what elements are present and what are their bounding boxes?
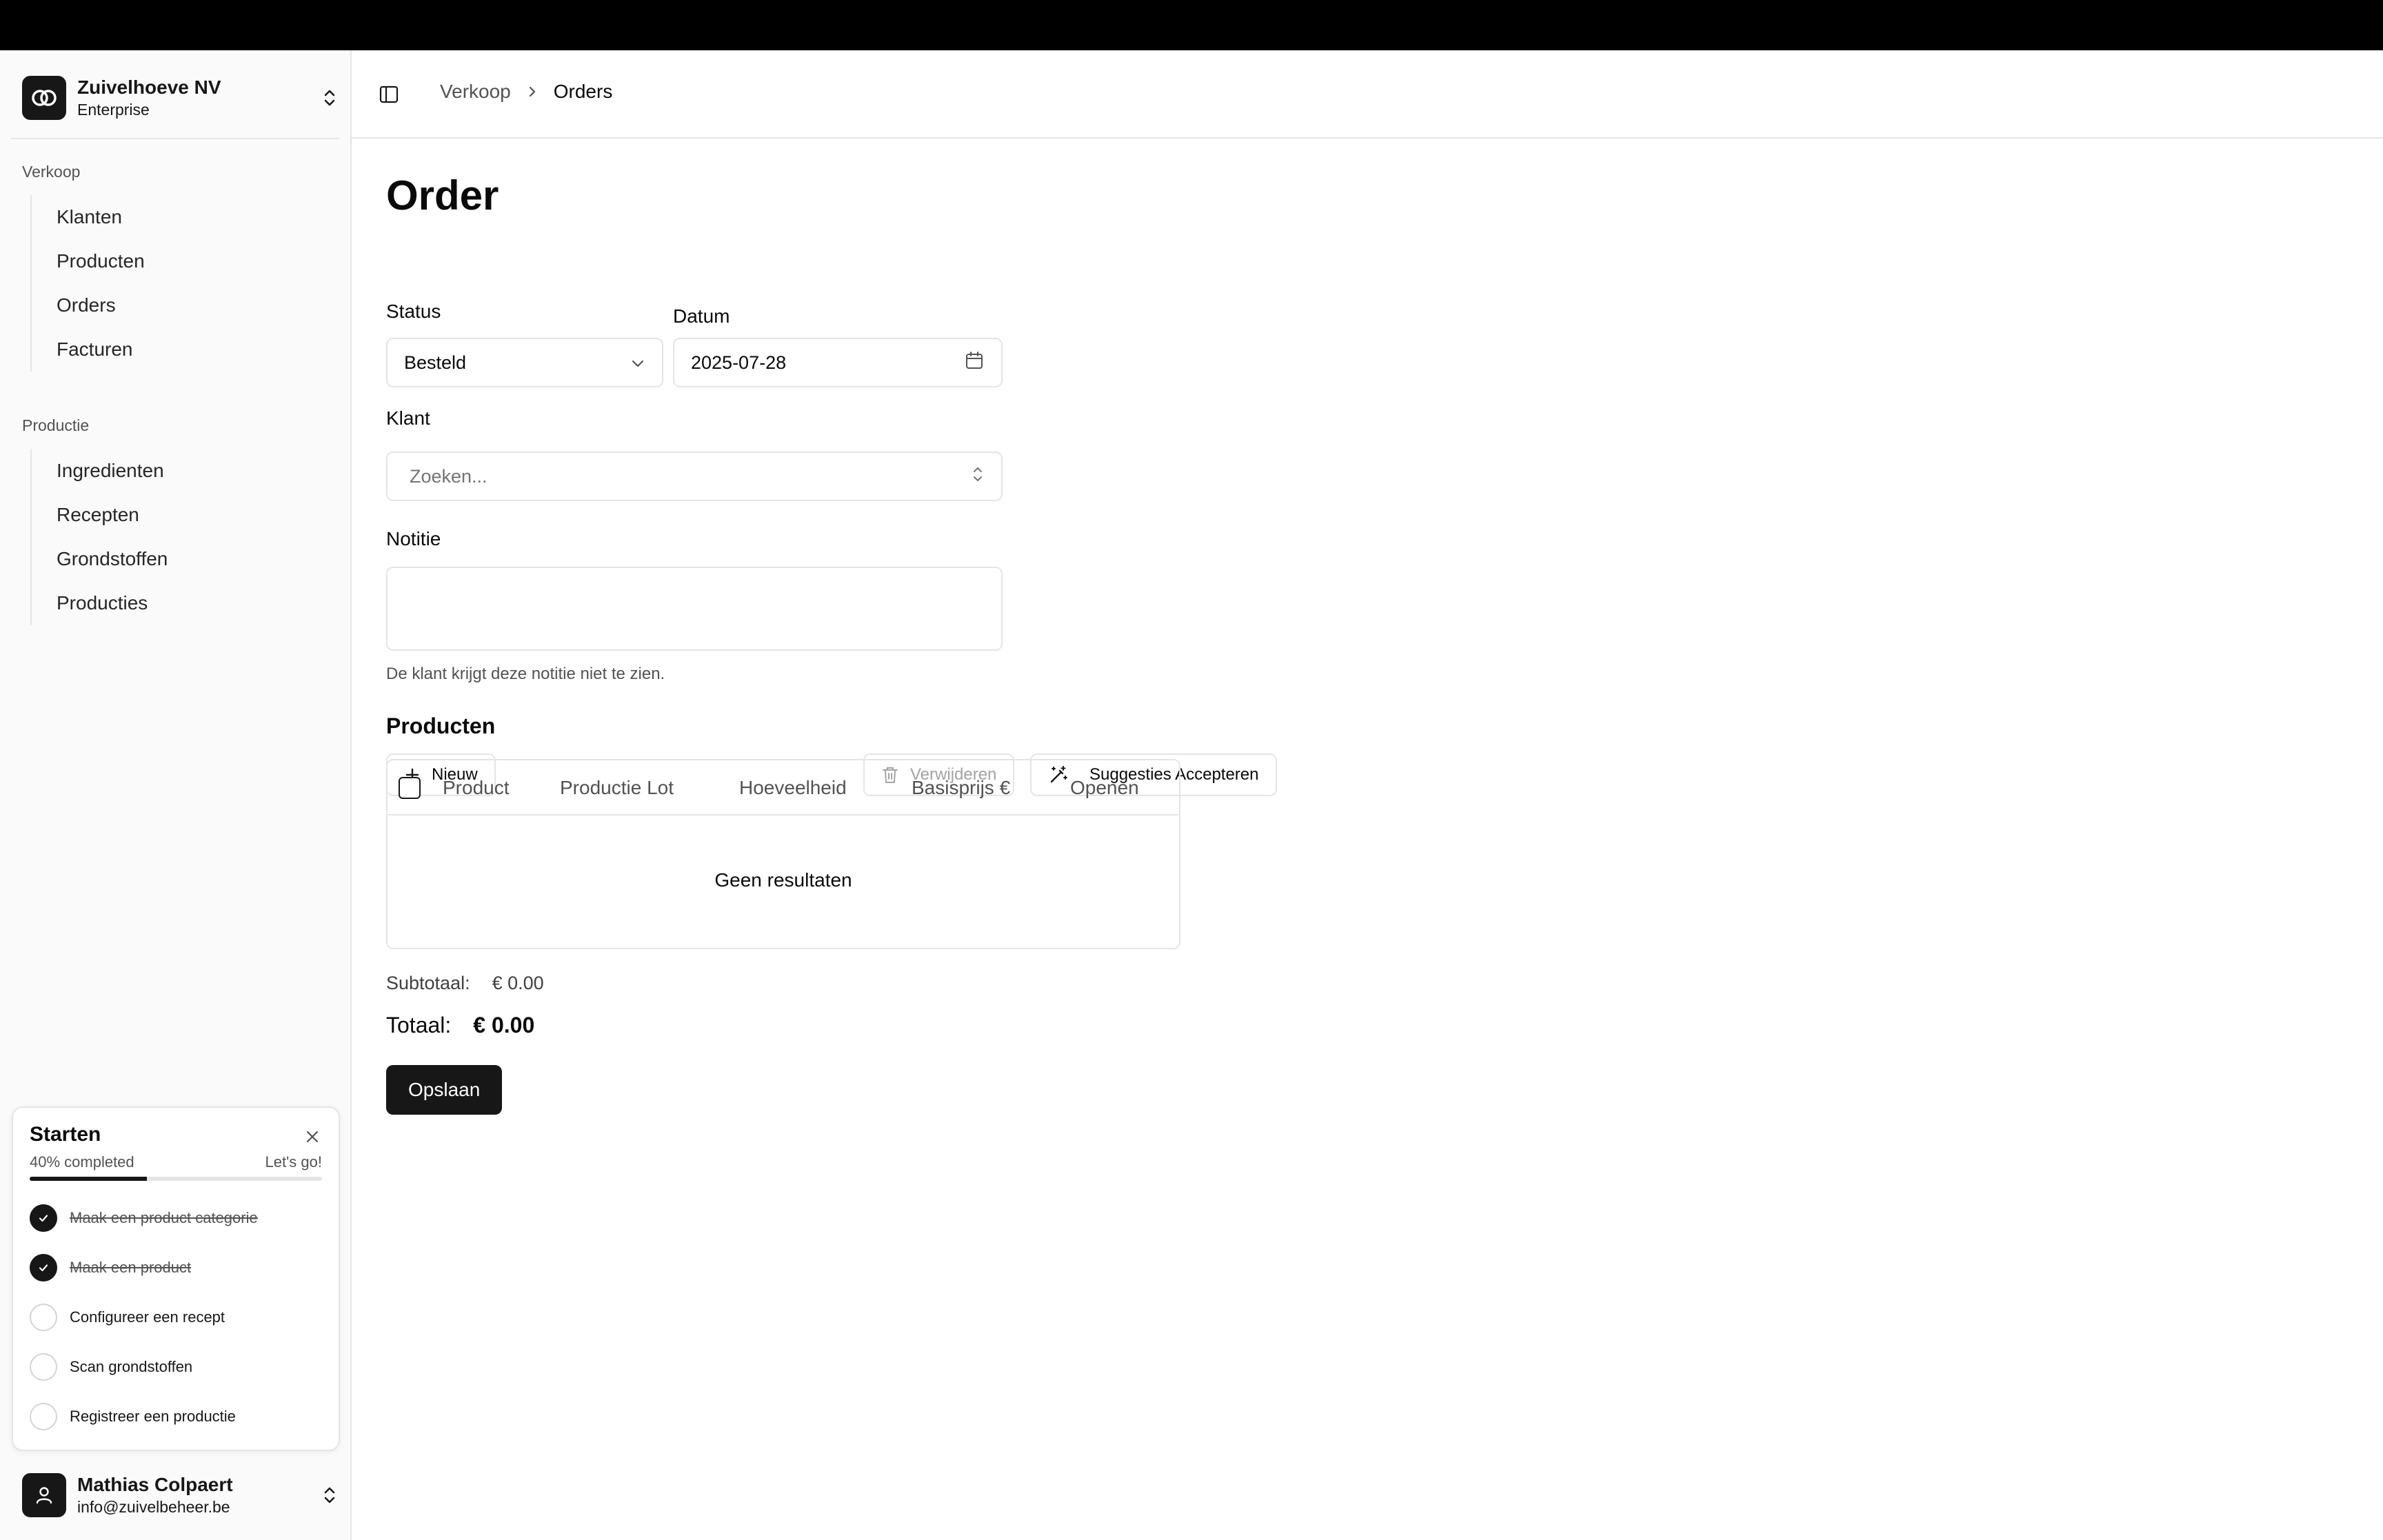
user-icon: [22, 1473, 66, 1517]
onboarding-title: Starten: [30, 1123, 101, 1146]
user-email: info@zuivelbeheer.be: [77, 1498, 230, 1516]
calendar-icon[interactable]: [964, 350, 985, 376]
sidebar-item-producties[interactable]: Producties: [32, 581, 334, 625]
breadcrumb-orders: Orders: [553, 81, 613, 102]
page-header: Verkoop Orders: [352, 50, 2383, 139]
onboarding-task-label: Scan grondstoffen: [70, 1358, 193, 1375]
column-header-productie-lot[interactable]: Productie Lot: [560, 777, 674, 799]
onboarding-card: Starten 40% completed Let's go! Maak een…: [12, 1106, 340, 1451]
breadcrumb: Verkoop Orders: [440, 81, 612, 103]
nav-list-verkoop: Klanten Producten Orders Facturen: [30, 195, 334, 372]
user-menu[interactable]: Mathias Colpaert info@zuivelbeheer.be: [22, 1470, 342, 1520]
chevrons-up-down-icon: [971, 465, 985, 489]
chevron-down-icon: [630, 352, 645, 374]
onboarding-cta[interactable]: Let's go!: [265, 1153, 322, 1171]
check-circle-icon[interactable]: [30, 1254, 57, 1281]
sidebar-item-grondstoffen[interactable]: Grondstoffen: [32, 537, 334, 581]
customer-combobox[interactable]: Zoeken...: [386, 452, 1003, 501]
note-textarea[interactable]: [386, 567, 1003, 651]
breadcrumb-verkoop[interactable]: Verkoop: [440, 81, 511, 103]
onboarding-task[interactable]: Maak een product categorie: [30, 1193, 322, 1243]
date-input[interactable]: 2025-07-28: [673, 338, 1003, 387]
column-header-basisprijs[interactable]: Basisprijs €: [912, 777, 1010, 799]
sidebar: Zuivelhoeve NV Enterprise Verkoop Klante…: [0, 50, 352, 1540]
note-label: Notitie: [386, 528, 441, 549]
sidebar-item-klanten[interactable]: Klanten: [32, 195, 334, 239]
table-empty-state: Geen resultaten: [714, 869, 852, 891]
onboarding-task[interactable]: Configureer een recept: [30, 1293, 322, 1342]
sidebar-item-producten[interactable]: Producten: [32, 239, 334, 283]
org-plan: Enterprise: [77, 101, 150, 119]
subtotal-label: Subtotaal:: [386, 973, 470, 993]
org-name: Zuivelhoeve NV: [77, 77, 221, 98]
main-content: Verkoop Orders Order Status Besteld Datu…: [352, 50, 2383, 1540]
products-table-header: Product Productie Lot Hoeveelheid Basisp…: [388, 760, 1179, 815]
close-icon[interactable]: [303, 1127, 322, 1146]
window-top-bar: [0, 0, 2383, 50]
chevrons-up-down-icon: [317, 85, 342, 110]
sidebar-divider: [11, 138, 339, 139]
user-name: Mathias Colpaert: [77, 1474, 233, 1495]
onboarding-task-list: Maak een product categorie Maak een produ…: [30, 1193, 322, 1441]
sidebar-item-recepten[interactable]: Recepten: [32, 493, 334, 537]
total-row: Totaal: € 0.00: [386, 1013, 534, 1038]
org-logo-icon: [22, 76, 66, 120]
select-all-checkbox[interactable]: [399, 777, 421, 799]
date-label: Datum: [673, 305, 730, 327]
products-section-title: Producten: [386, 713, 496, 738]
column-header-openen[interactable]: Openen: [1070, 777, 1139, 799]
status-select[interactable]: Besteld: [386, 338, 663, 387]
column-header-hoeveelheid[interactable]: Hoeveelheid: [739, 777, 847, 799]
onboarding-task[interactable]: Maak een product: [30, 1243, 322, 1293]
status-label: Status: [386, 301, 441, 322]
chevron-right-icon: [527, 85, 537, 99]
nav-list-productie: Ingredienten Recepten Grondstoffen Produ…: [30, 449, 334, 625]
date-input-value: 2025-07-28: [691, 352, 787, 373]
products-table: Product Productie Lot Hoeveelheid Basisp…: [386, 759, 1180, 949]
onboarding-task-label: Registreer een productie: [70, 1408, 236, 1425]
total-value: € 0.00: [473, 1013, 535, 1037]
sidebar-toggle-icon[interactable]: [376, 82, 401, 107]
page-title: Order: [386, 172, 499, 219]
save-button[interactable]: Opslaan: [386, 1065, 503, 1115]
nav-group-label-verkoop: Verkoop: [22, 163, 81, 181]
onboarding-progress-fill: [30, 1177, 147, 1181]
sidebar-item-facturen[interactable]: Facturen: [32, 327, 334, 372]
note-helper-text: De klant krijgt deze notitie niet te zie…: [386, 665, 665, 683]
circle-icon[interactable]: [30, 1353, 57, 1381]
circle-icon[interactable]: [30, 1304, 57, 1331]
onboarding-task-label: Maak een product categorie: [70, 1209, 258, 1226]
onboarding-task[interactable]: Scan grondstoffen: [30, 1342, 322, 1392]
onboarding-progress-bar: [30, 1177, 322, 1181]
total-label: Totaal:: [386, 1013, 452, 1037]
onboarding-task-label: Maak een product: [70, 1259, 192, 1276]
subtotal-row: Subtotaal: € 0.00: [386, 973, 544, 994]
column-header-product[interactable]: Product: [443, 777, 510, 799]
subtotal-value: € 0.00: [492, 973, 544, 993]
app: Zuivelhoeve NV Enterprise Verkoop Klante…: [0, 50, 2383, 1540]
onboarding-progress-text: 40% completed: [30, 1153, 134, 1171]
sidebar-item-ingredienten[interactable]: Ingredienten: [32, 449, 334, 493]
circle-icon[interactable]: [30, 1403, 57, 1430]
sidebar-item-orders[interactable]: Orders: [32, 283, 334, 327]
onboarding-task-label: Configureer een recept: [70, 1308, 225, 1326]
customer-combobox-placeholder: Zoeken...: [410, 465, 487, 487]
org-switcher[interactable]: Zuivelhoeve NV Enterprise: [22, 71, 342, 125]
customer-label: Klant: [386, 407, 430, 429]
check-circle-icon[interactable]: [30, 1204, 57, 1232]
nav-group-label-productie: Productie: [22, 416, 90, 434]
chevrons-up-down-icon: [317, 1483, 342, 1508]
status-select-value: Besteld: [404, 352, 467, 373]
onboarding-task[interactable]: Registreer een productie: [30, 1392, 322, 1441]
